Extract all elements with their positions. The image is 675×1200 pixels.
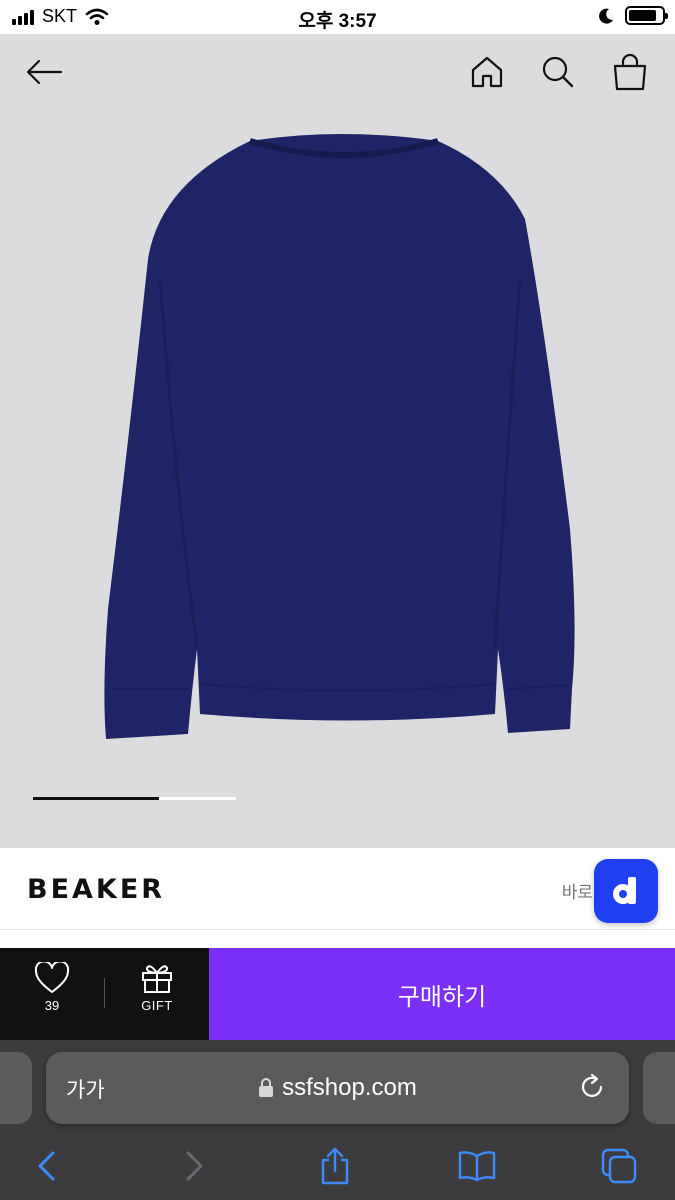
tabs-icon	[601, 1148, 637, 1184]
status-bar: SKT 오후 3:57	[0, 0, 675, 34]
buy-button[interactable]: 구매하기	[209, 948, 675, 1040]
battery-level-fill	[629, 10, 656, 21]
app-root: SKT 오후 3:57 BEAKER 바로 39 GIFT 구매하기 가가 ss…	[0, 0, 675, 1200]
gift-icon	[142, 965, 172, 993]
d-logo-icon	[613, 877, 636, 904]
book-icon	[458, 1151, 496, 1182]
moon-icon	[599, 8, 613, 24]
action-left: 39 GIFT	[0, 948, 209, 1040]
purchase-bar: 39 GIFT 구매하기	[0, 948, 675, 1040]
browser-forward-button[interactable]	[172, 1144, 216, 1188]
browser-back-button[interactable]	[25, 1144, 69, 1188]
chevron-right-icon	[186, 1151, 203, 1181]
battery-icon	[625, 6, 668, 25]
browser-toolbar	[0, 1140, 675, 1190]
bookmarks-button[interactable]	[455, 1144, 499, 1188]
divider	[104, 978, 105, 1008]
gift-button[interactable]: GIFT	[122, 962, 192, 1028]
home-button[interactable]	[465, 50, 509, 94]
url-text: ssfshop.com	[282, 1074, 417, 1101]
share-button[interactable]	[313, 1144, 357, 1188]
spacer	[0, 930, 675, 948]
gift-label: GIFT	[141, 998, 173, 1013]
tabs-button[interactable]	[597, 1144, 641, 1188]
heart-icon	[34, 962, 70, 993]
floating-d-button[interactable]	[594, 859, 658, 923]
brand-logo[interactable]: BEAKER	[27, 874, 165, 905]
back-arrow-icon	[26, 59, 63, 85]
product-image-carousel[interactable]	[0, 34, 675, 848]
browser-bar: 가가 ssfshop.com	[0, 1040, 675, 1200]
sweater-product-image	[104, 134, 575, 739]
search-button[interactable]	[536, 50, 580, 94]
brand-row: BEAKER 바로	[0, 848, 675, 930]
like-count: 39	[44, 998, 60, 1013]
status-right	[597, 6, 668, 25]
reload-button[interactable]	[575, 1070, 609, 1104]
status-time: 오후 3:57	[298, 11, 377, 32]
cart-button[interactable]	[608, 50, 652, 94]
previous-tab-peek[interactable]	[0, 1052, 32, 1124]
share-icon	[321, 1147, 349, 1185]
brand-shortcut-link[interactable]: 바로	[562, 878, 593, 903]
search-icon	[542, 56, 574, 88]
image-progress-track	[33, 797, 236, 800]
next-tab-peek[interactable]	[643, 1052, 675, 1124]
image-progress-fill	[33, 797, 159, 800]
lock-icon	[259, 1078, 274, 1097]
back-button[interactable]	[22, 50, 66, 94]
home-icon	[471, 56, 503, 88]
reload-icon	[581, 1073, 603, 1097]
chevron-left-icon	[38, 1151, 55, 1181]
url-display: ssfshop.com	[46, 1074, 629, 1102]
shopping-bag-icon	[613, 53, 647, 91]
like-button[interactable]: 39	[17, 962, 87, 1028]
address-bar[interactable]: 가가 ssfshop.com	[46, 1052, 629, 1124]
